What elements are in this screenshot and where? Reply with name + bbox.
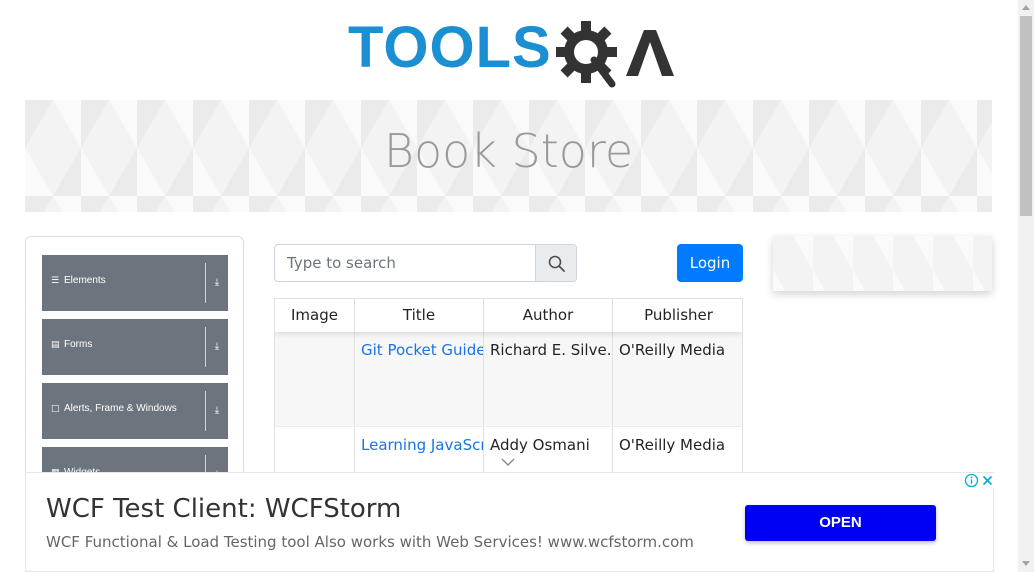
sidebar-item-label: Alerts, Frame & Windows <box>64 403 177 414</box>
logo-text: TOOLS <box>348 15 552 80</box>
page-banner: Book Store <box>25 100 992 212</box>
bottom-ad-banner: WCF Test Client: WCFStorm WCF Functional… <box>25 472 995 572</box>
table-row: Git Pocket Guide Richard E. Silve... O'R… <box>275 332 742 426</box>
ad-close-icon[interactable] <box>980 473 995 488</box>
sidebar: ☰ Elements ⤓ ▤ Forms ⤓ □ Alerts, Frame &… <box>25 236 244 476</box>
book-publisher-cell: O'Reilly Media <box>619 341 726 359</box>
search-input[interactable] <box>275 245 536 281</box>
window-icon: □ <box>51 404 60 414</box>
book-title-link[interactable]: Learning JavaScript Design Patterns <box>355 427 484 473</box>
form-icon: ▤ <box>51 340 60 350</box>
sidebar-item-label: Forms <box>64 339 93 350</box>
column-header-image[interactable]: Image <box>275 299 355 332</box>
ad-info-icon[interactable] <box>964 473 979 488</box>
ad-headline[interactable]: WCF Test Client: WCFStorm <box>46 494 401 524</box>
book-author-cell: Richard E. Silve... <box>484 332 613 426</box>
column-header-publisher[interactable]: Publisher <box>613 299 742 332</box>
logo-gear-qa-icon <box>556 21 674 88</box>
column-header-title[interactable]: Title <box>355 299 484 332</box>
divider <box>205 391 206 431</box>
download-icon: ⤓ <box>214 405 220 416</box>
divider <box>205 263 206 303</box>
page-title: Book Store <box>383 124 634 178</box>
side-ad-banner[interactable] <box>773 236 992 291</box>
book-publisher-cell: O'Reilly Media <box>619 436 726 454</box>
search-icon <box>548 255 565 272</box>
page-scrollbar[interactable] <box>1018 0 1034 572</box>
book-title-link[interactable]: Git Pocket Guide <box>355 332 484 426</box>
sidebar-item-elements[interactable]: ☰ Elements ⤓ <box>42 255 228 311</box>
books-table: Image Title Author Publisher Git Pocket … <box>274 298 743 474</box>
book-image-cell <box>275 427 355 473</box>
ad-open-button[interactable]: OPEN <box>745 505 936 541</box>
table-header: Image Title Author Publisher <box>275 299 742 332</box>
login-button[interactable]: Login <box>677 244 743 282</box>
book-image-cell <box>275 332 355 426</box>
sidebar-item-forms[interactable]: ▤ Forms ⤓ <box>42 319 228 375</box>
scrollbar-thumb[interactable] <box>1020 16 1032 216</box>
toolsqa-logo[interactable]: TOOLS <box>348 14 674 92</box>
hamburger-icon: ☰ <box>51 276 60 286</box>
download-icon: ⤓ <box>214 341 220 352</box>
search-button[interactable] <box>535 245 576 281</box>
ad-description[interactable]: WCF Functional & Load Testing tool Also … <box>46 533 694 551</box>
download-icon: ⤓ <box>214 277 220 288</box>
search-box <box>274 244 577 282</box>
divider <box>205 327 206 367</box>
column-header-author[interactable]: Author <box>484 299 613 332</box>
sidebar-item-label: Elements <box>64 275 106 286</box>
scroll-up-arrow-icon[interactable] <box>1022 5 1030 10</box>
sidebar-item-alerts-frame-windows[interactable]: □ Alerts, Frame & Windows ⤓ <box>42 383 228 439</box>
chevron-down-icon[interactable] <box>501 457 515 467</box>
scroll-down-arrow-icon[interactable] <box>1022 561 1030 566</box>
